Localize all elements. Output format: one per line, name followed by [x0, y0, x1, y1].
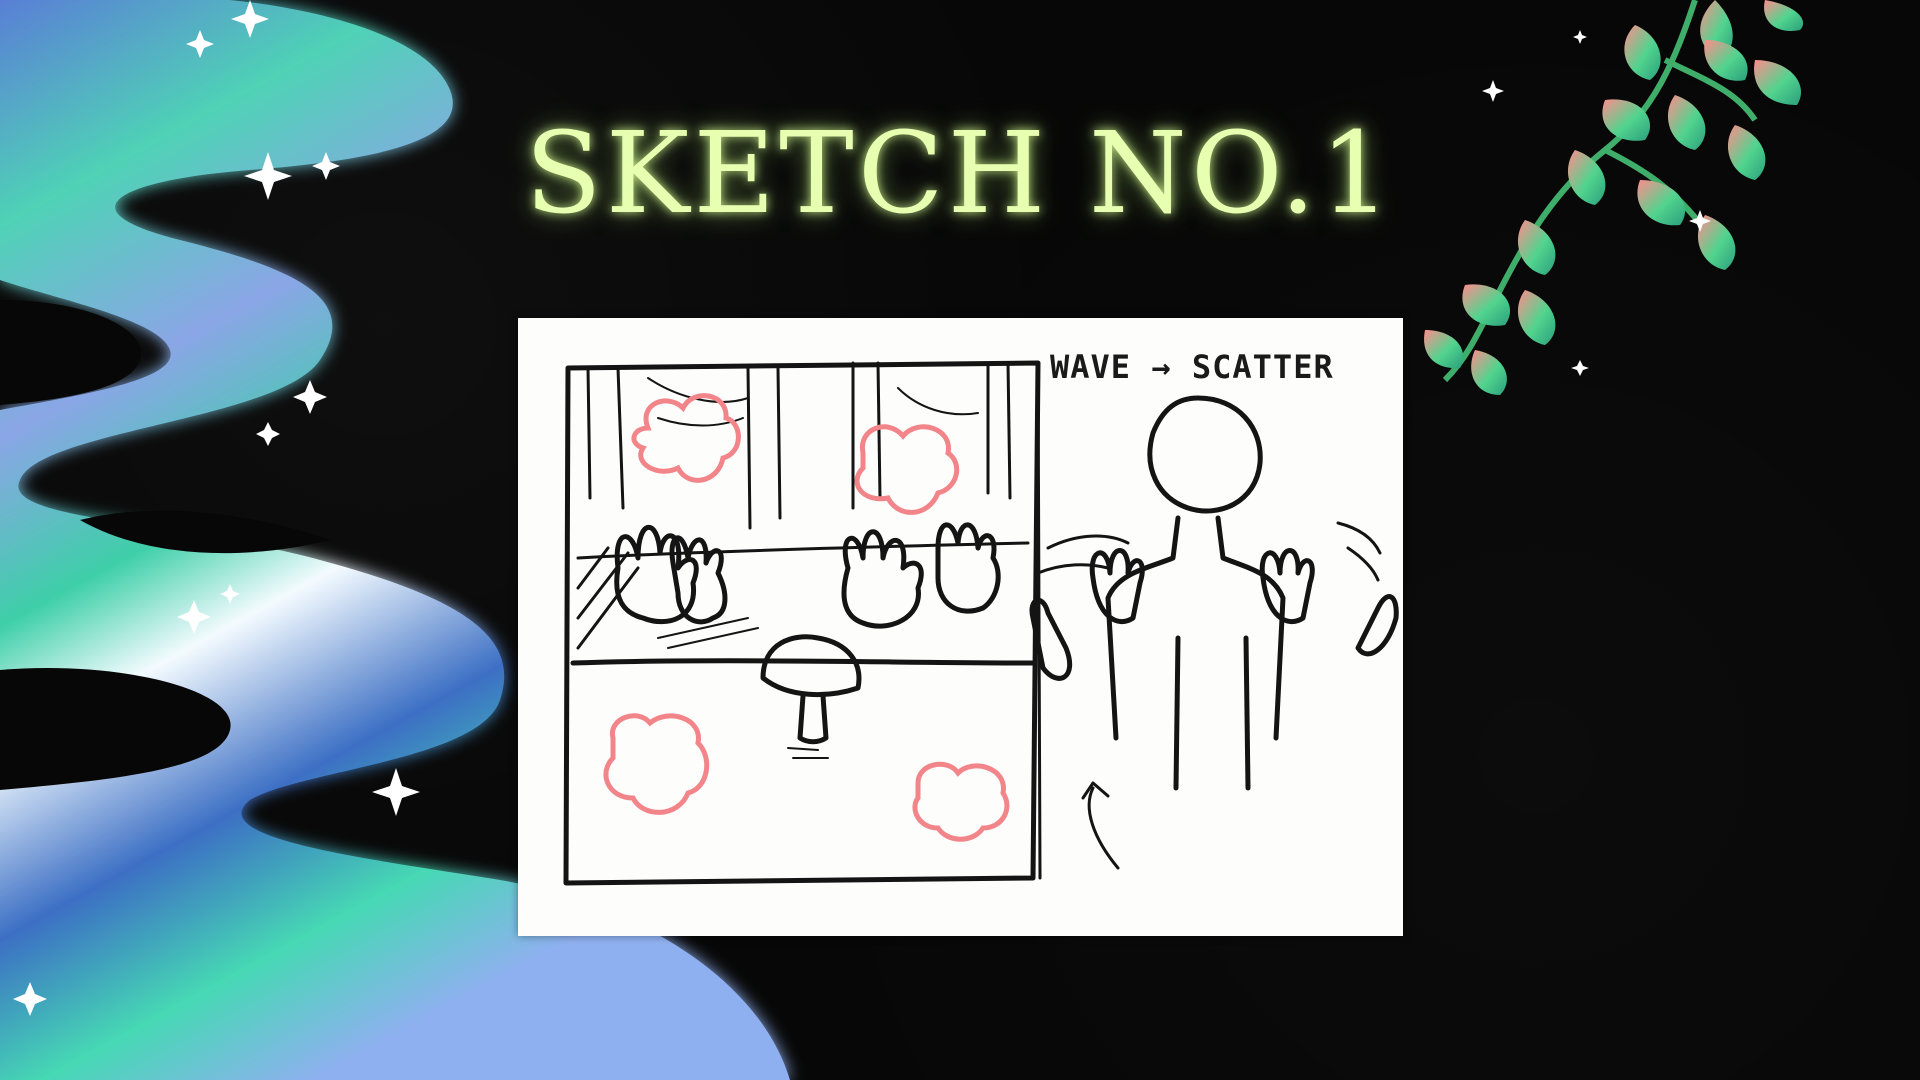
- leaf-icon: [1764, 0, 1804, 31]
- figure-body-sketch: [1105, 515, 1286, 791]
- leaf-icon: [1704, 40, 1748, 81]
- sparkle-icon: [231, 0, 269, 38]
- leaf-icon: [1637, 180, 1686, 226]
- sparkle-icon: [13, 982, 47, 1016]
- highlight-blob: [912, 761, 1010, 842]
- leaf-icon: [1727, 125, 1766, 180]
- leaf-icon: [1754, 60, 1801, 105]
- leaf-icon: [1567, 150, 1606, 205]
- hand-sketch: [1259, 548, 1315, 625]
- highlight-blob: [631, 393, 741, 483]
- hand-sketch: [935, 522, 1001, 614]
- sketch-card: WAVE → SCATTER: [518, 318, 1403, 936]
- leaf-icon: [1624, 25, 1661, 80]
- figure-head-sketch: [1147, 395, 1263, 514]
- sparkle-icon: [372, 768, 420, 816]
- leaf-icon: [1517, 290, 1556, 345]
- highlight-blob: [854, 424, 960, 515]
- leaf-icon: [1424, 330, 1464, 369]
- leaf-icon: [1602, 99, 1651, 141]
- mushroom-sketch: [760, 634, 862, 697]
- leaf-icon: [1667, 95, 1706, 150]
- sparkle-icon: [1482, 80, 1504, 102]
- hanging-vine-illustration: [1424, 0, 1804, 395]
- sparkle-icon: [1573, 30, 1587, 44]
- storyboard-sketch: [563, 360, 1399, 886]
- sparkle-icon: [220, 584, 240, 604]
- slide: SKETCH NO.1 WAVE → SCATTER: [0, 0, 1920, 1080]
- sparkle-icon: [293, 380, 327, 414]
- highlight-blob: [603, 713, 710, 815]
- leaf-icon: [1471, 350, 1507, 395]
- sparkle-icon: [1571, 360, 1589, 376]
- sparkle-icon: [177, 600, 211, 634]
- leaf-icon: [1517, 220, 1556, 275]
- sketch-note: WAVE → SCATTER: [1050, 348, 1334, 386]
- sparkle-icon: [186, 30, 214, 58]
- sparkle-icon: [256, 422, 280, 446]
- hand-sketch: [1355, 594, 1399, 657]
- arrow-icon: [1081, 781, 1120, 870]
